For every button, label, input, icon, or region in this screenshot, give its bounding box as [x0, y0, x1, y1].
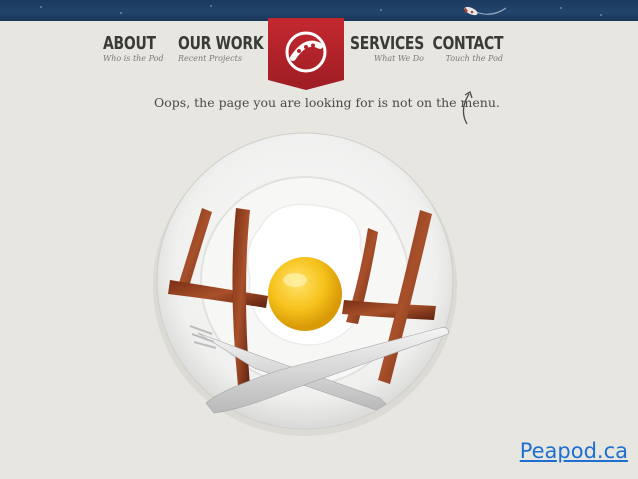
home-logo-ribbon[interactable] [268, 18, 344, 90]
error-illustration [150, 128, 460, 438]
nav-about[interactable]: ABOUT Who is the Pod [103, 34, 164, 64]
nav-about-title: ABOUT [103, 33, 156, 54]
nav-our-work[interactable]: OUR WORK Recent Projects [178, 34, 277, 64]
nav-about-subtitle: Who is the Pod [103, 54, 164, 63]
nav-contact-title: CONTACT [432, 33, 503, 54]
curved-arrow-icon [462, 91, 473, 125]
nav-services-title: SERVICES [350, 33, 424, 54]
peapod-logo-icon [268, 18, 344, 90]
nav-our-work-title: OUR WORK [178, 33, 264, 54]
nav-contact[interactable]: CONTACT Touch the Pod [421, 34, 503, 64]
rocket-icon [464, 6, 507, 16]
nav-services-subtitle: What We Do [374, 54, 424, 63]
error-message: Oops, the page you are looking for is no… [154, 95, 500, 110]
nav-services[interactable]: SERVICES What We Do [338, 34, 424, 64]
nav-our-work-subtitle: Recent Projects [178, 54, 242, 63]
plate-404-illustration [153, 132, 457, 436]
nav-contact-subtitle: Touch the Pod [445, 54, 504, 63]
peapod-link[interactable]: Peapod.ca [520, 439, 628, 463]
